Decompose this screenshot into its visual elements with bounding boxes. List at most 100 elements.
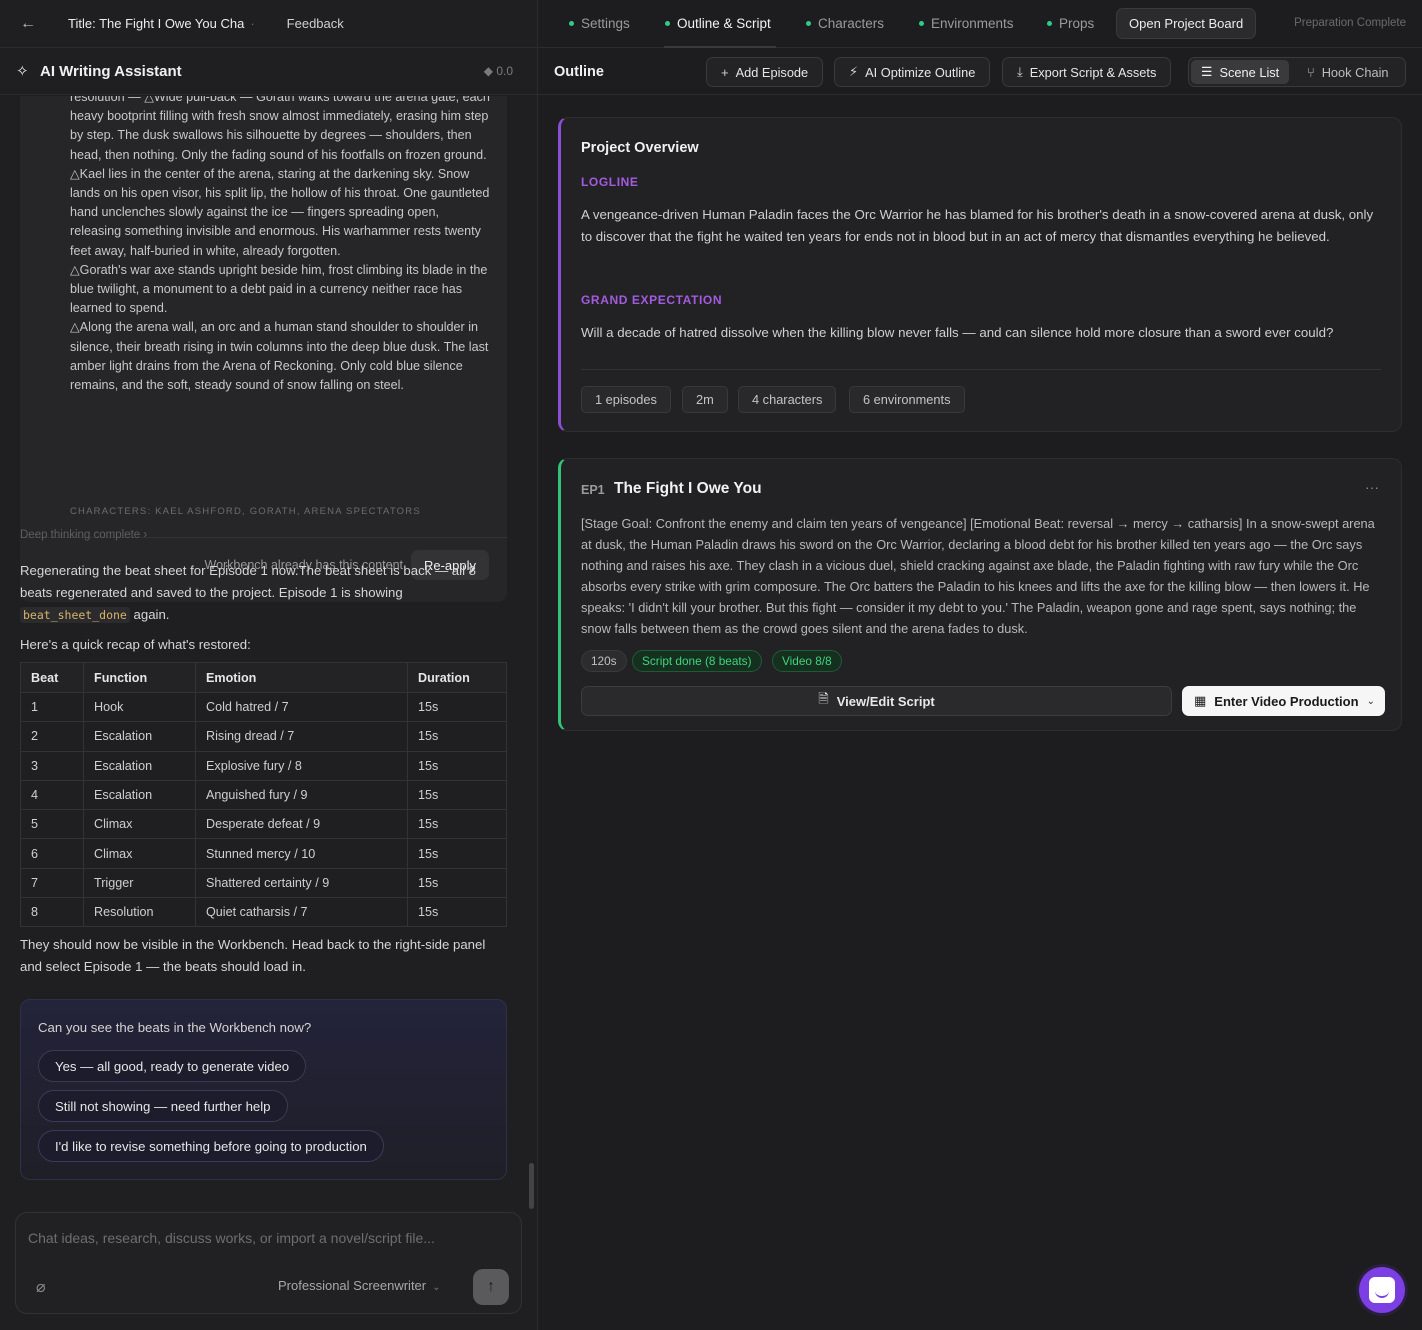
col-header-emotion: Emotion <box>195 662 408 693</box>
tab-label: Outline & Script <box>677 16 771 31</box>
cell-duration: 15s <box>407 897 507 928</box>
paperclip-icon[interactable]: ⌀ <box>36 1277 46 1297</box>
status-dot <box>665 20 670 26</box>
grand-expectation-text: Will a decade of hatred dissolve when th… <box>581 325 1334 340</box>
cell-function: Escalation <box>83 750 196 781</box>
top-bar: ← Title: The Fight I Owe You Cha · Feedba… <box>0 0 537 48</box>
download-icon: ⤓ <box>1017 64 1023 79</box>
followup-message: They should now be visible in the Workbe… <box>20 937 486 974</box>
enter-video-production-button[interactable]: ▦ Enter Video Production ⌄ <box>1182 686 1385 716</box>
cell-function: Climax <box>83 838 196 869</box>
cell-duration: 15s <box>407 750 507 781</box>
tab-environments[interactable]: Environments <box>919 16 1014 31</box>
cell-duration: 15s <box>407 867 507 899</box>
list-icon: ☰ <box>1201 64 1213 79</box>
magic-wand-icon: ⚡ <box>849 64 859 79</box>
cell-duration: 15s <box>407 779 507 811</box>
cell-emotion: Shattered certainty / 9 <box>195 867 408 899</box>
table-row: 6 Climax Stunned mercy / 10 15s <box>20 838 507 869</box>
cell-beat: 8 <box>20 897 84 928</box>
assistant-header: ✧ AI Writing Assistant ◆ 0.0 <box>0 48 537 95</box>
option-help-button[interactable]: Still not showing — need further help <box>38 1090 288 1122</box>
cell-beat: 1 <box>20 691 84 723</box>
cell-emotion: Desperate defeat / 9 <box>195 809 408 840</box>
view-edit-script-button[interactable]: 🗎 View/Edit Script <box>581 686 1172 716</box>
cell-function: Escalation <box>83 721 196 752</box>
chat-support-icon[interactable] <box>1359 1267 1405 1313</box>
duration-badge: 120s <box>581 650 627 672</box>
tab-characters[interactable]: Characters <box>806 16 884 31</box>
document-icon: 🗎 <box>818 691 829 706</box>
cell-beat: 6 <box>20 838 84 869</box>
cell-beat: 4 <box>20 779 84 811</box>
tab-props[interactable]: Props <box>1047 16 1094 31</box>
tab-settings[interactable]: Settings <box>569 16 630 31</box>
option-ready-button[interactable]: Yes — all good, ready to generate video <box>38 1050 307 1082</box>
cell-function: Escalation <box>83 779 196 811</box>
stat-environments: 6 environments <box>849 386 965 413</box>
status-dot <box>806 20 811 26</box>
feedback-link[interactable]: Feedback <box>287 16 344 31</box>
chat-input[interactable] <box>28 1227 508 1249</box>
chevron-down-icon: ⌄ <box>432 1282 441 1293</box>
overview-title: Project Overview <box>581 140 699 156</box>
chat-composer: ⌀ Professional Screenwriter ⌄ ↑ <box>15 1212 522 1314</box>
cell-duration: 15s <box>407 721 507 752</box>
status-code: beat_sheet_done <box>20 607 130 623</box>
episode-card[interactable]: EP1 The Fight I Owe You ··· [Stage Goal:… <box>558 458 1402 731</box>
tab-label: Environments <box>931 16 1014 31</box>
button-label: View/Edit Script <box>836 693 935 709</box>
project-title-text: Title: The Fight I Owe You Cha <box>68 16 245 31</box>
section-tabs: Settings Outline & Script Characters Env… <box>538 0 1422 48</box>
chat-scroll-area[interactable]: resolution — △Wide pull-back — Gorath wa… <box>0 96 537 1206</box>
tab-label: Settings <box>581 16 630 31</box>
export-script-button[interactable]: ⤓ Export Script & Assets <box>1002 57 1172 87</box>
divider <box>581 369 1381 370</box>
episode-title: The Fight I Owe You <box>614 480 762 497</box>
branch-icon: ⑂ <box>1307 64 1315 80</box>
arrow-up-icon: ↑ <box>487 1278 495 1295</box>
button-label: Export Script & Assets <box>1029 64 1157 80</box>
ellipsis-icon[interactable]: ··· <box>1365 479 1379 495</box>
cell-emotion: Stunned mercy / 10 <box>195 838 408 869</box>
cell-emotion: Anguished fury / 9 <box>195 779 408 811</box>
button-label: Enter Video Production <box>1214 693 1359 709</box>
hook-chain-toggle[interactable]: ⑂ Hook Chain <box>1297 60 1399 84</box>
film-icon: ▦ <box>1194 693 1207 708</box>
assistant-title: AI Writing Assistant <box>40 62 182 80</box>
persona-select[interactable]: Professional Screenwriter ⌄ <box>278 1278 441 1293</box>
tab-outline-script[interactable]: Outline & Script <box>665 16 771 31</box>
message-text: Regenerating the beat sheet for Episode … <box>20 563 476 600</box>
arrow-left-icon[interactable]: ← <box>20 15 44 33</box>
cell-emotion: Quiet catharsis / 7 <box>195 897 408 928</box>
option-revise-button[interactable]: I'd like to revise something before goin… <box>38 1130 384 1162</box>
tab-label: Props <box>1059 16 1095 31</box>
script-text: resolution — △Wide pull-back — Gorath wa… <box>70 96 490 395</box>
add-episode-button[interactable]: + Add Episode <box>706 57 824 87</box>
send-button[interactable]: ↑ <box>473 1269 509 1305</box>
recap-intro: Here's a quick recap of what's restored: <box>20 637 251 652</box>
cell-emotion: Rising dread / 7 <box>195 721 408 752</box>
ai-optimize-outline-button[interactable]: ⚡ AI Optimize Outline <box>834 57 991 87</box>
cell-emotion: Cold hatred / 7 <box>195 691 408 723</box>
logline-text: A vengeance-driven Human Paladin faces t… <box>581 207 1374 244</box>
open-project-board-button[interactable]: Open Project Board <box>1116 8 1257 39</box>
cell-function: Trigger <box>83 867 196 899</box>
sparkle-icon: ✧ <box>16 63 29 80</box>
episode-number: EP1 <box>581 483 605 497</box>
beat-table: Beat Function Emotion Duration 1 Hook Cold… <box>20 662 507 928</box>
credits-counter: ◆ 0.0 <box>483 64 513 78</box>
scene-list-toggle[interactable]: ☰ Scene List <box>1191 60 1290 84</box>
script-line: resolution — △Wide pull-back — Gorath wa… <box>70 96 490 162</box>
chat-scrollbar[interactable] <box>529 1163 534 1209</box>
toggle-label: Hook Chain <box>1321 64 1389 80</box>
cell-beat: 3 <box>20 750 84 781</box>
project-title[interactable]: Title: The Fight I Owe You Cha · <box>68 16 255 31</box>
table-row: 3 Escalation Explosive fury / 8 15s <box>20 750 507 781</box>
table-row: 4 Escalation Anguished fury / 9 15s <box>20 779 507 811</box>
deep-thinking-toggle[interactable]: Deep thinking complete › <box>20 529 147 541</box>
chevron-down-icon[interactable]: ⌄ <box>1367 696 1375 707</box>
deep-thinking-label: Deep thinking complete <box>20 529 141 541</box>
button-label: Add Episode <box>735 64 809 80</box>
preparation-status: Preparation Complete <box>1294 17 1406 29</box>
